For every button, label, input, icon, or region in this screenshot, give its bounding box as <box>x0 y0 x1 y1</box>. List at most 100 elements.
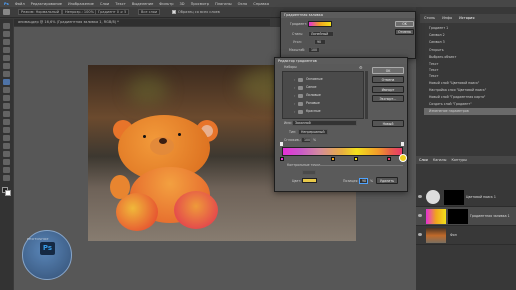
history-item[interactable]: Выбрать объект <box>424 54 516 61</box>
gradient-type-select[interactable]: Непрерывный <box>298 129 328 135</box>
brush-tool-icon[interactable] <box>3 79 10 85</box>
eyedropper-tool-icon[interactable] <box>3 63 10 69</box>
visibility-eye-icon[interactable] <box>418 214 422 217</box>
layer-row[interactable]: Цветовой поиск 1 <box>416 188 516 207</box>
dodge-tool-icon[interactable] <box>3 127 10 133</box>
new-gradient-button[interactable]: Новый <box>372 120 404 127</box>
scale-field[interactable]: 100 <box>308 47 320 53</box>
menu-type[interactable]: Текст <box>115 2 126 6</box>
menu-file[interactable]: Файл <box>15 2 25 6</box>
color-stop[interactable] <box>387 157 391 161</box>
gradient-preview[interactable] <box>308 21 332 27</box>
path-tool-icon[interactable] <box>3 151 10 157</box>
chevron-right-icon: › <box>294 94 296 98</box>
history-item[interactable]: Текст <box>424 73 516 80</box>
opacity-stop[interactable] <box>280 142 283 146</box>
fill-ok-button[interactable]: OK <box>395 21 414 27</box>
history-item[interactable]: Новый слой "Цветовой поиск" <box>424 80 516 87</box>
sample-checkbox[interactable] <box>172 10 176 14</box>
shape-tool-icon[interactable] <box>3 159 10 165</box>
pen-tool-icon[interactable] <box>3 135 10 141</box>
background-color-swatch[interactable] <box>5 190 11 196</box>
sample-select[interactable]: Все слои <box>138 9 161 15</box>
zoom-tool-icon[interactable] <box>3 175 10 181</box>
preset-folder[interactable]: › Розовые <box>292 100 367 107</box>
preset-folder[interactable]: › Синие <box>292 84 367 91</box>
export-button[interactable]: Экспорт... <box>372 95 404 102</box>
tab-style[interactable]: Стиль <box>424 14 435 23</box>
fill-cancel-button[interactable]: Отмена <box>395 29 414 35</box>
tab-history[interactable]: История <box>459 14 474 23</box>
settings-gear-icon[interactable]: ⚙ <box>359 65 363 70</box>
layer-row[interactable]: Фон <box>416 226 516 245</box>
editor-ok-button[interactable]: OK <box>372 67 404 74</box>
opacity-stop[interactable] <box>401 142 404 146</box>
sample-check-label: Образец со всех слоев <box>178 10 220 14</box>
selected-stop-highlight[interactable] <box>399 154 407 162</box>
color-stop[interactable] <box>280 157 284 161</box>
stop-color-swatch[interactable] <box>302 178 317 183</box>
angle-field[interactable]: 90 <box>314 39 326 45</box>
preset-folder[interactable]: › Красные <box>292 108 367 115</box>
history-item[interactable]: Градиент 1 <box>424 25 516 32</box>
crop-tool-icon[interactable] <box>3 55 10 61</box>
menu-image[interactable]: Изображение <box>68 2 94 6</box>
mode-select[interactable]: Режим: Нормальный <box>18 9 63 15</box>
gradient-tool-icon[interactable] <box>3 111 10 117</box>
history-item[interactable]: Символ 2 <box>424 32 516 39</box>
type-tool-icon[interactable] <box>3 143 10 149</box>
lasso-tool-icon[interactable] <box>3 39 10 45</box>
history-brush-icon[interactable] <box>3 95 10 101</box>
marquee-tool-icon[interactable] <box>3 31 10 37</box>
preset-folder[interactable]: › Основные <box>292 76 367 83</box>
menu-help[interactable]: Справка <box>253 2 269 6</box>
layer-row[interactable]: Градиентная заливка 1 <box>416 207 516 226</box>
blur-tool-icon[interactable] <box>3 119 10 125</box>
menu-filter[interactable]: Фильтр <box>159 2 173 6</box>
menu-3d[interactable]: 3D <box>180 2 185 6</box>
menu-edit[interactable]: Редактирование <box>31 2 62 6</box>
visibility-eye-icon[interactable] <box>418 195 422 198</box>
document-tab[interactable]: анимацдер @ 16,6% (Градиентная заливка 1… <box>14 19 270 26</box>
tab-info[interactable]: Инфо <box>442 14 452 23</box>
gradient-bar[interactable] <box>282 147 403 156</box>
heal-tool-icon[interactable] <box>3 71 10 77</box>
ps-icon: Ps <box>40 242 55 255</box>
menu-view[interactable]: Просмотр <box>191 2 209 6</box>
stamp-tool-icon[interactable] <box>3 87 10 93</box>
history-item[interactable]: Символ 3 <box>424 39 516 46</box>
history-item[interactable]: Открыть <box>424 47 516 54</box>
menu-ps[interactable]: Ps <box>4 2 9 6</box>
gradient-field[interactable]: Градиент 0 ≥ 5 <box>95 9 130 15</box>
tab-layers[interactable]: Слои <box>419 156 428 164</box>
tab-channels[interactable]: Каналы <box>433 156 447 164</box>
presets-scrollbar[interactable] <box>365 71 368 119</box>
preset-folder[interactable]: › Лиловые <box>292 92 367 99</box>
visibility-eye-icon[interactable] <box>418 233 422 236</box>
gradient-name-field[interactable]: Заказной <box>292 120 357 126</box>
history-item[interactable]: Создать слой "Градиент" <box>424 101 516 108</box>
menu-plugins[interactable]: Плагины <box>215 2 232 6</box>
tool-icon[interactable] <box>3 9 10 15</box>
location-field[interactable]: 98 <box>359 178 368 184</box>
folder-icon <box>298 94 303 98</box>
menu-window[interactable]: Окно <box>238 2 248 6</box>
history-item[interactable]: Новый слой "Градиентная карта" <box>424 94 516 101</box>
tab-paths[interactable]: Контуры <box>451 156 467 164</box>
hand-tool-icon[interactable] <box>3 167 10 173</box>
opacity-field[interactable]: Непрозр.: 100% <box>62 9 97 15</box>
editor-cancel-button[interactable]: Отмена <box>372 76 404 83</box>
move-tool-icon[interactable] <box>3 23 10 29</box>
delete-stop-button[interactable]: Удалить <box>376 177 398 184</box>
style-select[interactable]: Линейный <box>308 31 334 37</box>
smoothness-field[interactable]: 100 <box>301 137 311 143</box>
color-stop[interactable] <box>331 157 335 161</box>
color-stop[interactable] <box>354 157 358 161</box>
menu-select[interactable]: Выделение <box>132 2 153 6</box>
import-button[interactable]: Импорт <box>372 86 404 93</box>
history-item[interactable]: Настройка слоя "Цветовой поиск" <box>424 87 516 94</box>
menu-layers[interactable]: Слои <box>100 2 109 6</box>
history-item[interactable]: Изменение параметров <box>424 108 516 115</box>
eraser-tool-icon[interactable] <box>3 103 10 109</box>
select-tool-icon[interactable] <box>3 47 10 53</box>
